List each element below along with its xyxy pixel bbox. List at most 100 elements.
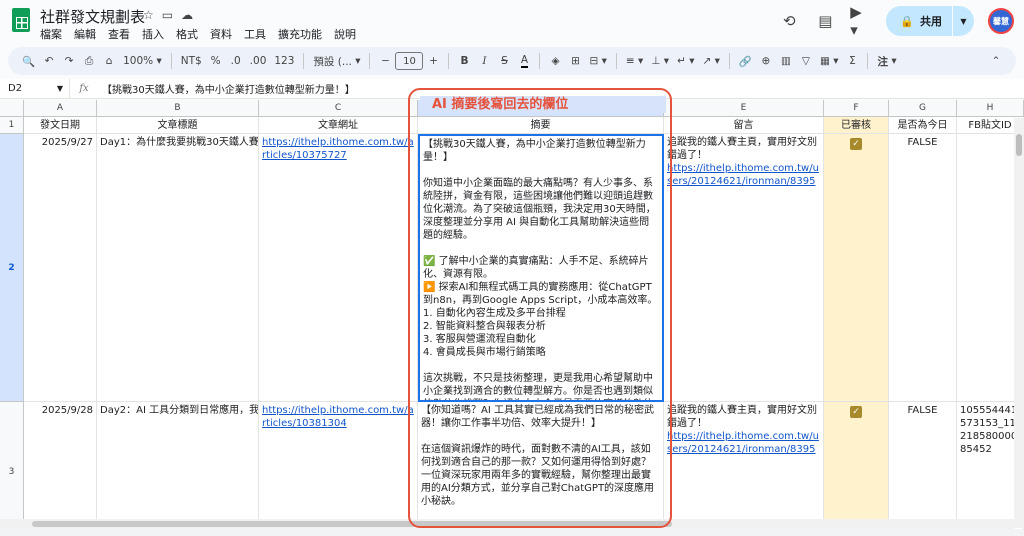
filter-views-icon[interactable]: ▦ ▾ (816, 50, 843, 72)
insert-comment-icon[interactable]: ⊕ (756, 50, 776, 72)
insert-link-icon[interactable]: 🔗 (735, 50, 756, 72)
column-header-c[interactable]: C (259, 100, 418, 117)
vertical-scrollbar[interactable] (1014, 118, 1024, 528)
share-dropdown-icon[interactable]: ▼ (952, 6, 974, 36)
comment-link[interactable]: https://ithelp.ithome.com.tw/users/20124… (667, 431, 819, 455)
table-cell-title[interactable]: Day2：AI 工具分類到日常應用，我的 (97, 402, 259, 536)
text-wrap-icon[interactable]: ↵ ▾ (673, 50, 698, 72)
horizontal-scrollbar-thumb[interactable] (32, 521, 672, 527)
column-header-a[interactable]: A (24, 100, 97, 117)
table-cell-summary[interactable]: 【你知道嗎？AI 工具其實已經成為我們日常的秘密武器！讓你工作事半功倍、效率大提… (418, 402, 664, 536)
font-size-increase-button[interactable]: + (423, 50, 443, 72)
horizontal-align-icon[interactable]: ≡ ▾ (622, 50, 647, 72)
row-header-3[interactable]: 3 (0, 402, 24, 536)
history-icon[interactable]: ⟲ (778, 10, 800, 32)
percent-format-button[interactable]: % (206, 50, 226, 72)
number-format-button[interactable]: 123 (270, 50, 298, 72)
bold-label: B (460, 55, 469, 67)
column-header-h[interactable]: H (957, 100, 1024, 117)
move-folder-icon[interactable]: ▭ (162, 8, 173, 22)
fill-color-icon[interactable]: ◈ (545, 50, 565, 72)
column-header-b[interactable]: B (97, 100, 259, 117)
table-cell-comment[interactable]: 追蹤我的鐵人賽主頁，實用好文別錯過了！ https://ithelp.ithom… (664, 134, 824, 402)
insert-chart-icon[interactable]: ▥ (776, 50, 796, 72)
comment-icon[interactable]: ▤ (814, 10, 836, 32)
menu-edit[interactable]: 編輯 (74, 26, 96, 42)
header-cell-is-today[interactable]: 是否為今日 (889, 117, 957, 134)
table-cell-summary-selected[interactable]: 【挑戰30天鐵人賽，為中小企業打造數位轉型新力量！】 你知道中小企業面臨的最大痛… (418, 134, 664, 402)
title-bar: 社群發文規劃表 ☆ ▭ ☁ 檔案 編輯 查看 插入 格式 資料 工具 擴充功能 … (0, 0, 1024, 44)
strikethrough-button[interactable]: S (494, 50, 514, 72)
table-cell-url[interactable]: https://ithelp.ithome.com.tw/articles/10… (259, 402, 418, 536)
menu-data[interactable]: 資料 (210, 26, 232, 42)
print-icon[interactable]: ⎙ (79, 50, 99, 72)
reviewed-checkbox[interactable]: ✓ (850, 406, 862, 418)
bold-button[interactable]: B (454, 50, 474, 72)
select-all-corner[interactable] (0, 100, 24, 117)
input-tools-button[interactable]: 注 ▾ (873, 50, 900, 72)
vertical-scrollbar-thumb[interactable] (1016, 134, 1022, 156)
currency-format-button[interactable]: NT$ (177, 50, 206, 72)
cloud-status-icon[interactable]: ☁ (181, 8, 193, 22)
borders-icon[interactable]: ⊞ (565, 50, 585, 72)
toolbar-divider (867, 53, 869, 69)
decrease-decimal-button[interactable]: .0 (226, 50, 246, 72)
italic-button[interactable]: I (474, 50, 494, 72)
menu-view[interactable]: 查看 (108, 26, 130, 42)
vertical-align-icon[interactable]: ⊥ ▾ (647, 50, 673, 72)
filter-icon[interactable]: ▽ (796, 50, 816, 72)
menu-file[interactable]: 檔案 (40, 26, 62, 42)
table-cell-title[interactable]: Day1：為什麼我要挑戰30天鐵人賽？ (97, 134, 259, 402)
font-size-decrease-button[interactable]: − (375, 50, 395, 72)
comment-link[interactable]: https://ithelp.ithome.com.tw/users/20124… (667, 163, 819, 187)
undo-icon[interactable]: ↶ (39, 50, 59, 72)
header-cell-reviewed[interactable]: 已審核 (824, 117, 889, 134)
reviewed-checkbox[interactable]: ✓ (850, 138, 862, 150)
formula-input[interactable]: 【挑戰30天鐵人賽，為中小企業打造數位轉型新力量！】 (98, 81, 355, 96)
table-cell-date[interactable]: 2025/9/28 (24, 402, 97, 536)
merge-cells-icon[interactable]: ⊟ ▾ (585, 50, 610, 72)
menu-extensions[interactable]: 擴充功能 (278, 26, 322, 42)
search-menus-icon[interactable]: 🔍 (18, 50, 39, 72)
text-color-button[interactable]: A (514, 50, 534, 72)
header-cell-comment[interactable]: 留言 (664, 117, 824, 134)
zoom-select[interactable]: 100% ▾ (119, 50, 166, 72)
avatar[interactable]: 馨慧 (988, 8, 1014, 34)
table-cell-comment[interactable]: 追蹤我的鐵人賽主頁，實用好文別錯過了！ https://ithelp.ithom… (664, 402, 824, 536)
text-rotate-icon[interactable]: ↗ ▾ (698, 50, 723, 72)
table-cell-is-today[interactable]: FALSE (889, 134, 957, 402)
collapse-toolbar-icon[interactable]: ⌃ (986, 50, 1006, 72)
header-cell-url[interactable]: 文章網址 (259, 117, 418, 134)
menu-bar: 檔案 編輯 查看 插入 格式 資料 工具 擴充功能 說明 (40, 26, 356, 42)
font-select[interactable]: 預設 (... ▾ (309, 50, 364, 72)
column-header-f[interactable]: F (824, 100, 889, 117)
column-header-g[interactable]: G (889, 100, 957, 117)
menu-tools[interactable]: 工具 (244, 26, 266, 42)
share-button[interactable]: 🔒 共用 (886, 6, 952, 36)
name-box[interactable]: D2 ▼ (0, 79, 70, 98)
star-icon[interactable]: ☆ (143, 8, 154, 22)
menu-help[interactable]: 說明 (334, 26, 356, 42)
sheet-grid[interactable]: A B C D E F G H 1 發文日期 文章標題 文章網址 摘要 留言 已… (0, 100, 1024, 536)
menu-insert[interactable]: 插入 (142, 26, 164, 42)
table-cell-date[interactable]: 2025/9/27 (24, 134, 97, 402)
sheets-logo-icon[interactable] (12, 8, 30, 32)
header-cell-summary[interactable]: 摘要 (418, 117, 664, 134)
redo-icon[interactable]: ↷ (59, 50, 79, 72)
paint-format-icon[interactable]: ⌂ (99, 50, 119, 72)
meet-icon[interactable]: ▶ ▾ (850, 3, 872, 39)
font-size-input[interactable]: 10 (395, 52, 424, 70)
increase-decimal-button[interactable]: .00 (246, 50, 271, 72)
table-cell-is-today[interactable]: FALSE (889, 402, 957, 536)
document-title[interactable]: 社群發文規劃表 (40, 6, 145, 27)
menu-format[interactable]: 格式 (176, 26, 198, 42)
header-cell-title[interactable]: 文章標題 (97, 117, 259, 134)
functions-icon[interactable]: Σ (842, 50, 862, 72)
row-header-2[interactable]: 2 (0, 134, 24, 402)
sheet-tabs-bar (0, 529, 1024, 536)
row-header-1[interactable]: 1 (0, 117, 24, 134)
table-cell-reviewed: ✓ (824, 402, 889, 536)
header-cell-date[interactable]: 發文日期 (24, 117, 97, 134)
column-header-e[interactable]: E (664, 100, 824, 117)
table-cell-url[interactable]: https://ithelp.ithome.com.tw/articles/10… (259, 134, 418, 402)
